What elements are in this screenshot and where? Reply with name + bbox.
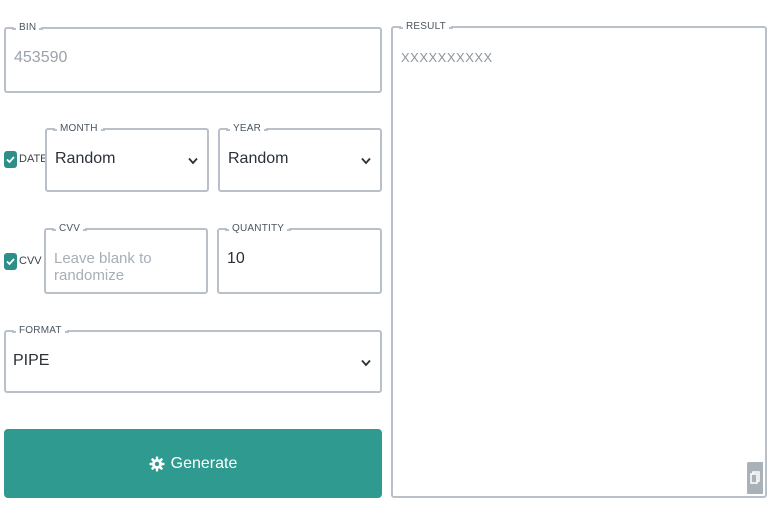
cvv-placeholder: Leave blank to randomize <box>54 250 152 284</box>
month-select[interactable]: MONTH Random <box>45 122 209 192</box>
bin-field[interactable]: BIN 453590 <box>4 21 382 93</box>
cvv-label: CVV <box>51 222 88 236</box>
gear-icon <box>149 456 165 472</box>
bin-label: BIN <box>11 21 44 35</box>
cvv-input[interactable]: CVV Leave blank to randomize <box>44 222 208 294</box>
bin-input-value[interactable]: 453590 <box>14 49 67 67</box>
year-label: YEAR <box>225 122 269 136</box>
quantity-value: 10 <box>227 250 245 267</box>
check-icon <box>6 258 15 266</box>
month-value: Random <box>55 150 116 167</box>
result-value: XXXXXXXXXX <box>401 50 493 65</box>
date-checkbox[interactable] <box>4 151 17 168</box>
year-value: Random <box>228 150 289 167</box>
format-value: PIPE <box>13 352 50 369</box>
quantity-label: QUANTITY <box>224 222 292 236</box>
result-textarea[interactable]: RESULT XXXXXXXXXX <box>391 20 767 498</box>
format-label: FORMAT <box>12 324 69 338</box>
generate-label: Generate <box>170 454 238 472</box>
copy-button[interactable] <box>747 462 763 494</box>
quantity-input[interactable]: QUANTITY 10 <box>217 222 382 294</box>
chevron-down-icon <box>188 152 198 168</box>
chevron-down-icon <box>361 354 371 370</box>
format-select[interactable]: FORMAT PIPE <box>4 324 382 393</box>
check-icon <box>6 156 15 164</box>
date-checkbox-label: DATE <box>19 153 48 165</box>
cvv-checkbox[interactable] <box>4 253 17 270</box>
year-select[interactable]: YEAR Random <box>218 122 382 192</box>
result-label: RESULT <box>399 20 453 34</box>
month-label: MONTH <box>53 122 105 136</box>
chevron-down-icon <box>361 152 371 168</box>
copy-icon <box>750 471 760 484</box>
generate-button[interactable]: Generate <box>4 429 382 498</box>
cvv-checkbox-label: CVV <box>19 255 42 267</box>
